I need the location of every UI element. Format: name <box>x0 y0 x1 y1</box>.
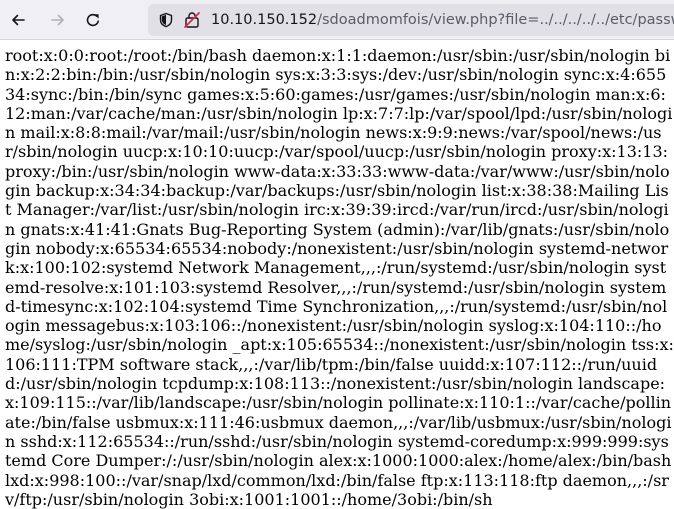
back-button[interactable] <box>4 6 32 34</box>
permissions-icon[interactable] <box>183 11 201 29</box>
url-text[interactable]: 10.10.150.152/sdoadmomfois/view.php?file… <box>211 10 674 30</box>
arrow-left-icon <box>10 12 26 28</box>
url-host: 10.10.150.152 <box>211 12 318 28</box>
page-body-text: root:x:0:0:root:/root:/bin/bash daemon:x… <box>5 46 674 509</box>
url-path: /sdoadmomfois/view.php?file=../../../../… <box>317 12 674 28</box>
reload-icon <box>85 12 101 28</box>
browser-toolbar: 10.10.150.152/sdoadmomfois/view.php?file… <box>0 0 674 40</box>
arrow-right-icon <box>50 12 66 28</box>
url-bar[interactable]: 10.10.150.152/sdoadmomfois/view.php?file… <box>148 4 674 36</box>
forward-button[interactable] <box>44 6 72 34</box>
reload-button[interactable] <box>79 6 107 34</box>
tracking-protection-shield-icon[interactable] <box>157 11 175 29</box>
